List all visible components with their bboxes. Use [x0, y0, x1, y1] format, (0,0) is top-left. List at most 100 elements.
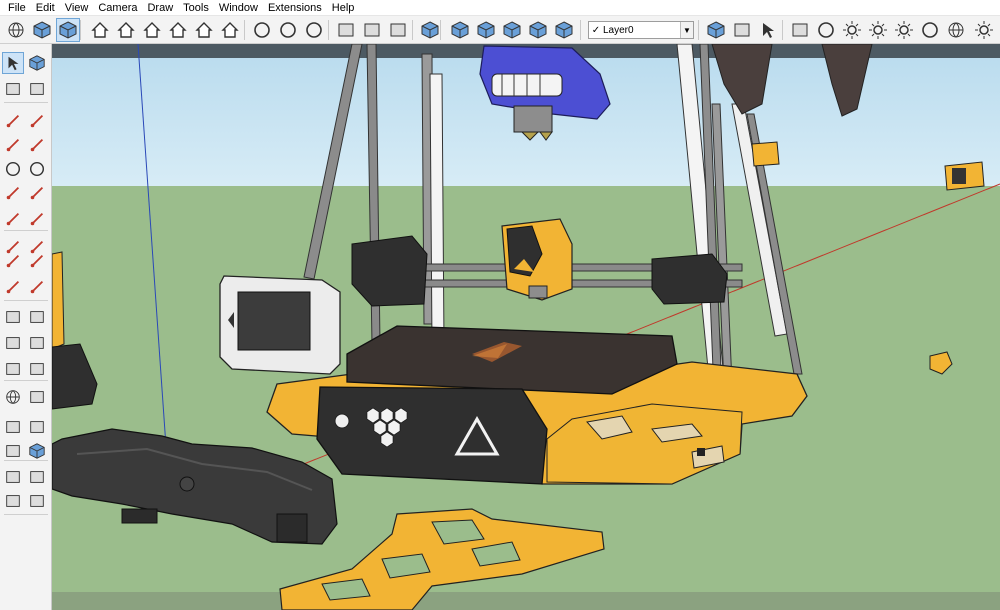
layer-manager-icon[interactable] [704, 18, 728, 42]
front-view-icon[interactable] [500, 18, 524, 42]
scene [52, 44, 1000, 610]
lcd-display-unit [219, 275, 341, 375]
rotated-rectangle-icon[interactable] [26, 134, 48, 156]
menu-tools[interactable]: Tools [178, 0, 214, 16]
pie-icon[interactable] [26, 208, 48, 230]
layer-name: Layer0 [603, 24, 634, 36]
main-toolbar: ✓ Layer0 ▼ [0, 16, 1000, 44]
scale-icon[interactable] [2, 276, 24, 298]
download-icon[interactable] [756, 18, 780, 42]
tag-icon[interactable] [730, 18, 754, 42]
toolbar-separator [412, 20, 413, 40]
component-make-icon[interactable] [26, 52, 48, 74]
graduation-icon[interactable] [788, 18, 812, 42]
right-view-icon[interactable] [526, 18, 550, 42]
left-toolbar-separator [4, 102, 48, 103]
house-icon[interactable] [166, 18, 190, 42]
axes-icon[interactable] [2, 358, 24, 380]
layer-check-icon: ✓ [591, 24, 601, 36]
polygon-icon[interactable] [26, 158, 48, 180]
rotate-icon[interactable] [2, 250, 24, 272]
left-toolbar-separator [4, 230, 48, 231]
3d-viewport[interactable] [52, 44, 1000, 610]
walk-icon[interactable] [2, 466, 24, 488]
toolbar-separator [440, 20, 441, 40]
two-point-arc-icon[interactable] [26, 182, 48, 204]
toolbar-separator [580, 20, 581, 40]
left-toolbar-separator [4, 300, 48, 301]
toolbar-separator [328, 20, 329, 40]
eraser-icon[interactable] [26, 78, 48, 100]
frame-buffer-icon[interactable] [334, 18, 358, 42]
iso-view-icon[interactable] [448, 18, 472, 42]
left-toolbar-separator [4, 380, 48, 381]
left-toolbar-separator [4, 460, 48, 461]
zoom-window-icon[interactable] [26, 416, 48, 438]
shop-icon[interactable] [218, 18, 242, 42]
pencil-icon[interactable] [2, 110, 24, 132]
position-camera-icon[interactable] [26, 490, 48, 512]
house-outline-icon[interactable] [192, 18, 216, 42]
rectangle-icon[interactable] [2, 134, 24, 156]
freehand-icon[interactable] [26, 110, 48, 132]
door-icon[interactable] [114, 18, 138, 42]
paint-bucket-icon[interactable] [2, 78, 24, 100]
component-icon[interactable] [30, 18, 54, 42]
menu-window[interactable]: Window [214, 0, 263, 16]
pan-icon[interactable] [26, 386, 48, 408]
cone-light-icon[interactable] [840, 18, 864, 42]
orbit-tool-icon[interactable] [2, 386, 24, 408]
menu-camera[interactable]: Camera [93, 0, 142, 16]
globe-icon[interactable] [944, 18, 968, 42]
render-window-icon[interactable] [360, 18, 384, 42]
lightbulb-icon[interactable] [972, 18, 996, 42]
protractor-icon[interactable] [2, 332, 24, 354]
menu-edit[interactable]: Edit [31, 0, 60, 16]
dimension-icon[interactable] [26, 306, 48, 328]
chevron-down-icon[interactable]: ▼ [680, 22, 693, 38]
circle-icon[interactable] [2, 158, 24, 180]
three-point-arc-icon[interactable] [2, 208, 24, 230]
top-view-icon[interactable] [474, 18, 498, 42]
floating-part-right [944, 161, 985, 191]
menu-view[interactable]: View [60, 0, 94, 16]
toolbar-separator [698, 20, 699, 40]
menu-bar: File Edit View Camera Draw Tools Window Extensi… [0, 0, 1000, 16]
offset-icon[interactable] [26, 276, 48, 298]
3d-text-icon[interactable] [26, 358, 48, 380]
arc-icon[interactable] [2, 182, 24, 204]
zoom-icon[interactable] [2, 416, 24, 438]
text-icon[interactable] [26, 332, 48, 354]
spot-light-icon[interactable] [866, 18, 890, 42]
tape-measure-icon[interactable] [2, 306, 24, 328]
toolbar-separator [244, 20, 245, 40]
menu-help[interactable]: Help [327, 0, 360, 16]
left-toolbar [0, 44, 52, 610]
look-around-icon[interactable] [26, 466, 48, 488]
dome-icon[interactable] [918, 18, 942, 42]
sun-icon[interactable] [892, 18, 916, 42]
teapot-render-icon[interactable] [302, 18, 326, 42]
teapot-icon[interactable] [276, 18, 300, 42]
menu-extensions[interactable]: Extensions [263, 0, 327, 16]
orbit-icon[interactable] [4, 18, 28, 42]
warehouse-icon[interactable] [88, 18, 112, 42]
sphere-light-icon[interactable] [814, 18, 838, 42]
zoom-extents-icon[interactable] [2, 440, 24, 462]
select-icon[interactable] [2, 52, 24, 74]
lock-render-icon[interactable] [386, 18, 410, 42]
previous-view-icon[interactable] [26, 440, 48, 462]
home-icon[interactable] [140, 18, 164, 42]
rod-clamp-part [751, 141, 780, 167]
sketchup-window: File Edit View Camera Draw Tools Window Extensi… [0, 0, 1000, 610]
component-3d-icon[interactable] [56, 18, 80, 42]
menu-draw[interactable]: Draw [142, 0, 178, 16]
layer-dropdown[interactable]: ✓ Layer0 ▼ [588, 21, 694, 39]
layers-icon[interactable] [418, 18, 442, 42]
toolbar-separator [80, 20, 81, 40]
footprints-icon[interactable] [2, 490, 24, 512]
vray-logo-icon[interactable] [250, 18, 274, 42]
back-view-icon[interactable] [552, 18, 576, 42]
menu-file[interactable]: File [3, 0, 31, 16]
follow-me-icon[interactable] [26, 250, 48, 272]
